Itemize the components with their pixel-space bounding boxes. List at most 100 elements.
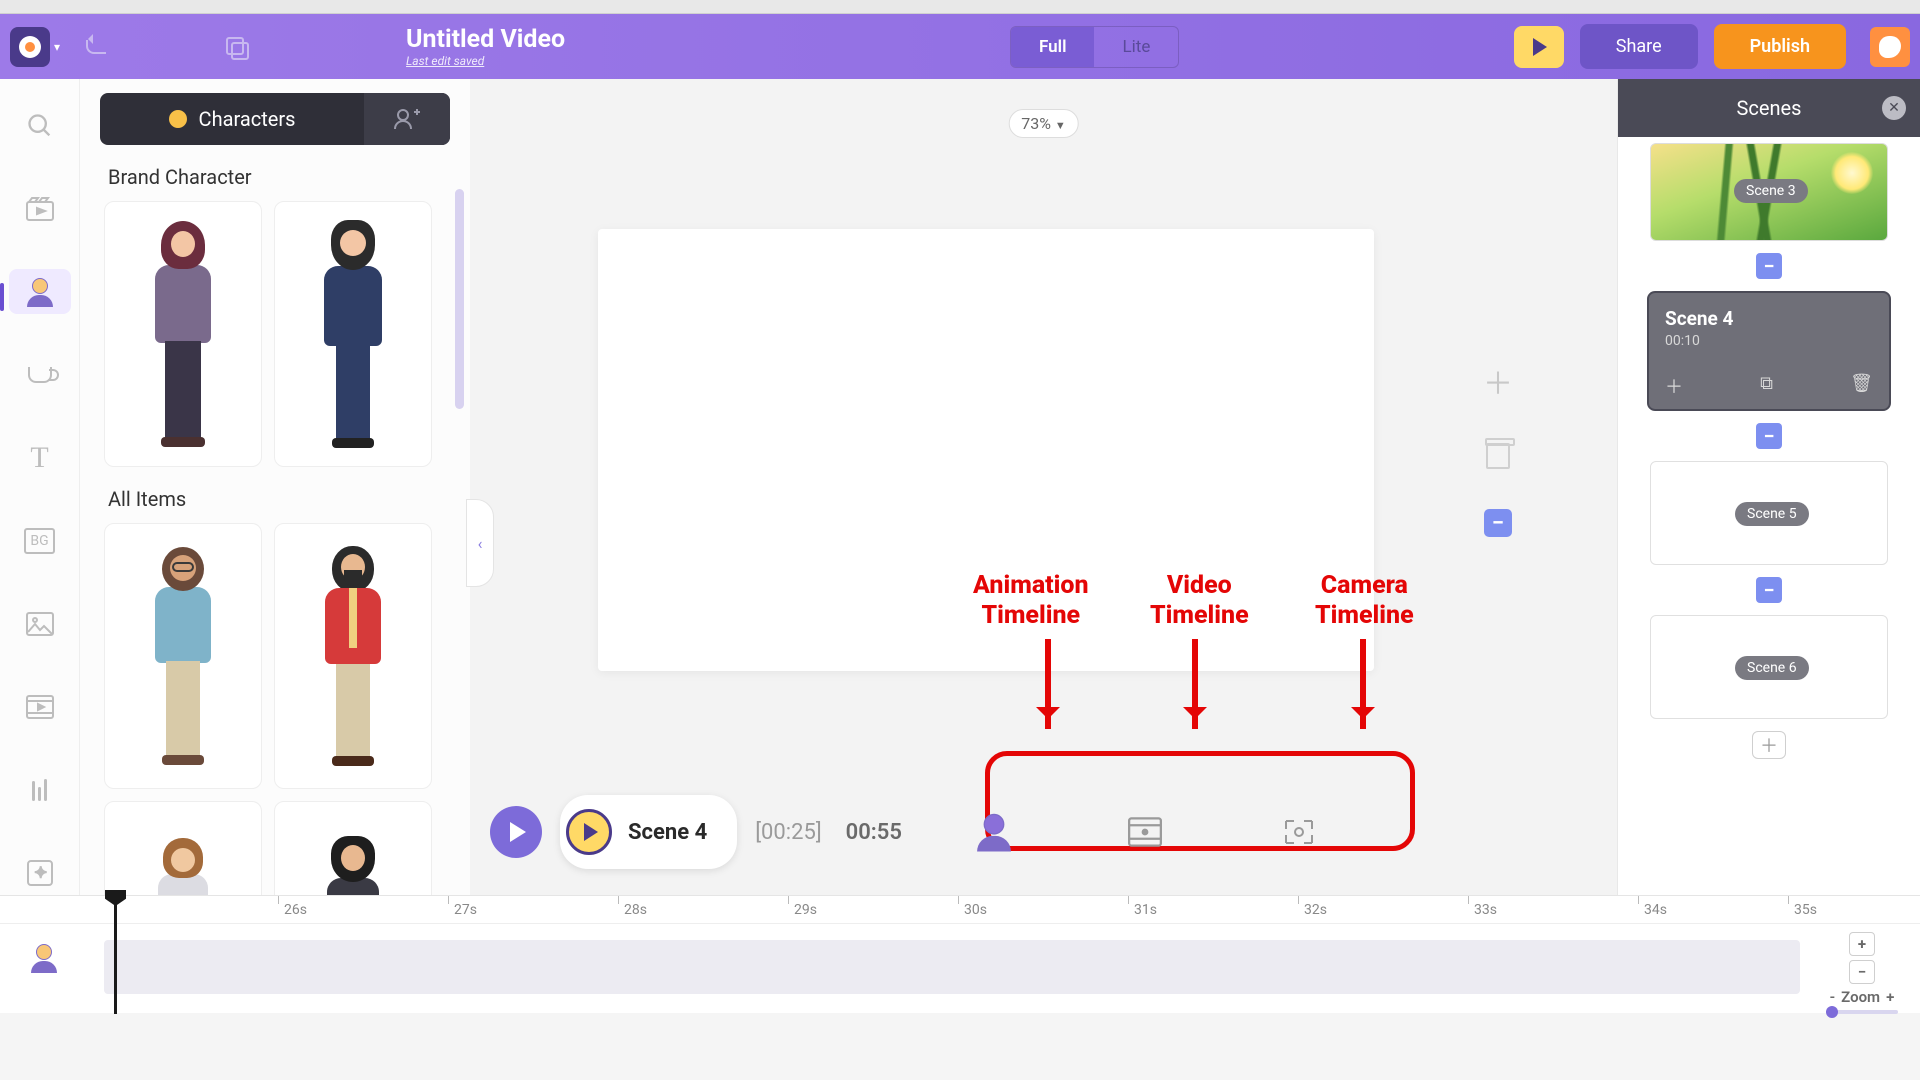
zoom-slider[interactable] <box>1826 1010 1898 1014</box>
timeline: 26s 27s 28s 29s 30s 31s 32s 33s 34s 35s … <box>0 895 1920 1013</box>
nav-props[interactable] <box>9 352 71 397</box>
character-card[interactable] <box>274 201 432 467</box>
annotation-arrow-icon <box>1360 639 1366 729</box>
play-all-button[interactable] <box>490 806 542 858</box>
scene-delete-button[interactable]: 🗑 <box>1850 373 1873 399</box>
delete-element-button[interactable] <box>1486 443 1510 469</box>
character-card[interactable] <box>274 523 432 789</box>
section-brand-heading: Brand Character <box>108 165 450 189</box>
zoom-value: 73% <box>1021 114 1051 133</box>
scene-thumb-6[interactable]: Scene 6 <box>1650 615 1888 719</box>
project-title[interactable]: Untitled Video <box>406 25 565 54</box>
duplicate-button[interactable] <box>216 27 256 67</box>
scene-badge: Scene 3 <box>1734 179 1808 203</box>
undo-button[interactable] <box>76 27 116 67</box>
mode-lite-button[interactable]: Lite <box>1094 27 1178 67</box>
bg-icon: BG <box>24 528 54 554</box>
scene-gap-button[interactable]: − <box>1756 423 1782 449</box>
character-card[interactable] <box>274 801 432 895</box>
share-button[interactable]: Share <box>1580 24 1698 69</box>
scenes-title: Scenes <box>1737 96 1802 120</box>
annotation-video: VideoTimeline <box>1150 571 1249 631</box>
scene-playbar: Scene 4 [00:25] 00:55 <box>490 795 1316 869</box>
scenes-list: Scene 3 − Scene 4 00:10 ＋ ⧉ 🗑 − Scene 5 … <box>1618 137 1920 895</box>
character-card[interactable] <box>104 801 262 895</box>
add-scene-button[interactable]: ＋ <box>1752 731 1786 759</box>
tick: 33s <box>1474 902 1497 918</box>
scene-badge: Scene 6 <box>1735 656 1809 680</box>
nav-audio[interactable] <box>9 767 71 812</box>
close-scenes-button[interactable]: ✕ <box>1882 96 1906 120</box>
user-avatar[interactable] <box>1870 27 1910 67</box>
tab-characters-label: Characters <box>199 107 296 131</box>
chevron-down-icon: ▼ <box>1055 119 1066 132</box>
nav-image[interactable] <box>9 601 71 646</box>
scene-add-button[interactable]: ＋ <box>1665 373 1683 399</box>
preview-play-button[interactable] <box>1514 26 1564 68</box>
zoom-label: Zoom <box>1841 988 1880 1006</box>
scene-badge: Scene 5 <box>1735 502 1809 526</box>
nav-text[interactable]: T <box>9 435 71 480</box>
section-all-heading: All Items <box>108 487 450 511</box>
character-card[interactable] <box>104 201 262 467</box>
scenes-panel-header: Scenes ✕ <box>1618 79 1920 137</box>
scene-active-title: Scene 4 <box>1665 307 1873 330</box>
logo-dropdown-icon[interactable]: ▾ <box>54 40 60 54</box>
timeline-track-icon[interactable] <box>30 944 58 972</box>
mode-full-button[interactable]: Full <box>1011 27 1094 67</box>
scenes-panel: Scenes ✕ Scene 3 − Scene 4 00:10 ＋ ⧉ 🗑 −… <box>1617 79 1920 895</box>
timeline-zoom-controls: + − -Zoom+ <box>1826 932 1898 1014</box>
scene-active-4[interactable]: Scene 4 00:10 ＋ ⧉ 🗑 <box>1647 291 1891 411</box>
tool-navrail: T BG ✦ <box>0 79 80 895</box>
nav-scenes[interactable] <box>9 186 71 231</box>
add-element-button[interactable]: ＋ <box>1483 359 1513 403</box>
tab-characters[interactable]: Characters <box>100 93 364 145</box>
nav-search[interactable] <box>9 103 71 148</box>
character-icon <box>26 278 54 306</box>
scene-copy-button[interactable]: ⧉ <box>1760 373 1773 399</box>
asset-library-panel: Characters Brand Character All Items <box>80 79 470 895</box>
library-scrollbar[interactable] <box>455 189 464 409</box>
zoom-level-dropdown[interactable]: 73% ▼ <box>1008 109 1079 138</box>
publish-button[interactable]: Publish <box>1714 24 1846 69</box>
timeline-track[interactable] <box>104 940 1800 994</box>
timeline-ruler[interactable]: 26s 27s 28s 29s 30s 31s 32s 33s 34s 35s <box>0 896 1920 924</box>
video-timeline-button[interactable] <box>1128 817 1162 847</box>
time-elapsed: [00:25] <box>755 820 821 845</box>
nav-background[interactable]: BG <box>9 518 71 563</box>
scene-active-duration: 00:10 <box>1665 333 1873 349</box>
app-logo[interactable] <box>10 27 50 67</box>
camera-timeline-button[interactable] <box>1282 817 1316 847</box>
character-card[interactable] <box>104 523 262 789</box>
tick: 27s <box>454 902 477 918</box>
time-total: 00:55 <box>846 820 902 845</box>
scene-gap-button[interactable]: − <box>1756 577 1782 603</box>
nav-effects[interactable]: ✦ <box>9 850 71 895</box>
cup-icon <box>28 367 52 383</box>
annotation-arrow-icon <box>1192 639 1198 729</box>
collapse-library-button[interactable]: ‹ <box>466 499 494 587</box>
editor-mode-toggle: Full Lite <box>1010 26 1179 68</box>
nav-characters[interactable] <box>9 269 71 314</box>
tick: 32s <box>1304 902 1327 918</box>
zoom-in-button[interactable]: + <box>1849 932 1875 956</box>
canvas-area: ‹ 73% ▼ ＋ − AnimationTimeline VideoTimel… <box>470 79 1617 895</box>
scene-thumb-5[interactable]: Scene 5 <box>1650 461 1888 565</box>
music-icon <box>32 779 47 801</box>
app-header: ▾ Untitled Video Last edit saved Full Li… <box>0 14 1920 79</box>
save-status: Last edit saved <box>406 54 565 68</box>
svg-text:✦: ✦ <box>34 863 47 882</box>
timeline-playhead[interactable] <box>114 890 117 1014</box>
add-character-tab[interactable] <box>364 93 450 145</box>
tick: 31s <box>1134 902 1157 918</box>
animation-timeline-button[interactable] <box>976 814 1012 850</box>
browser-chrome-strip <box>0 0 1920 14</box>
zoom-out-button[interactable]: − <box>1849 960 1875 984</box>
annotation-animation: AnimationTimeline <box>973 571 1089 631</box>
remove-button[interactable]: − <box>1484 509 1512 537</box>
tick: 34s <box>1644 902 1667 918</box>
scene-gap-button[interactable]: − <box>1756 253 1782 279</box>
nav-video[interactable] <box>9 684 71 729</box>
scene-thumb-3[interactable]: Scene 3 <box>1650 143 1888 241</box>
play-scene-button[interactable] <box>566 809 612 855</box>
